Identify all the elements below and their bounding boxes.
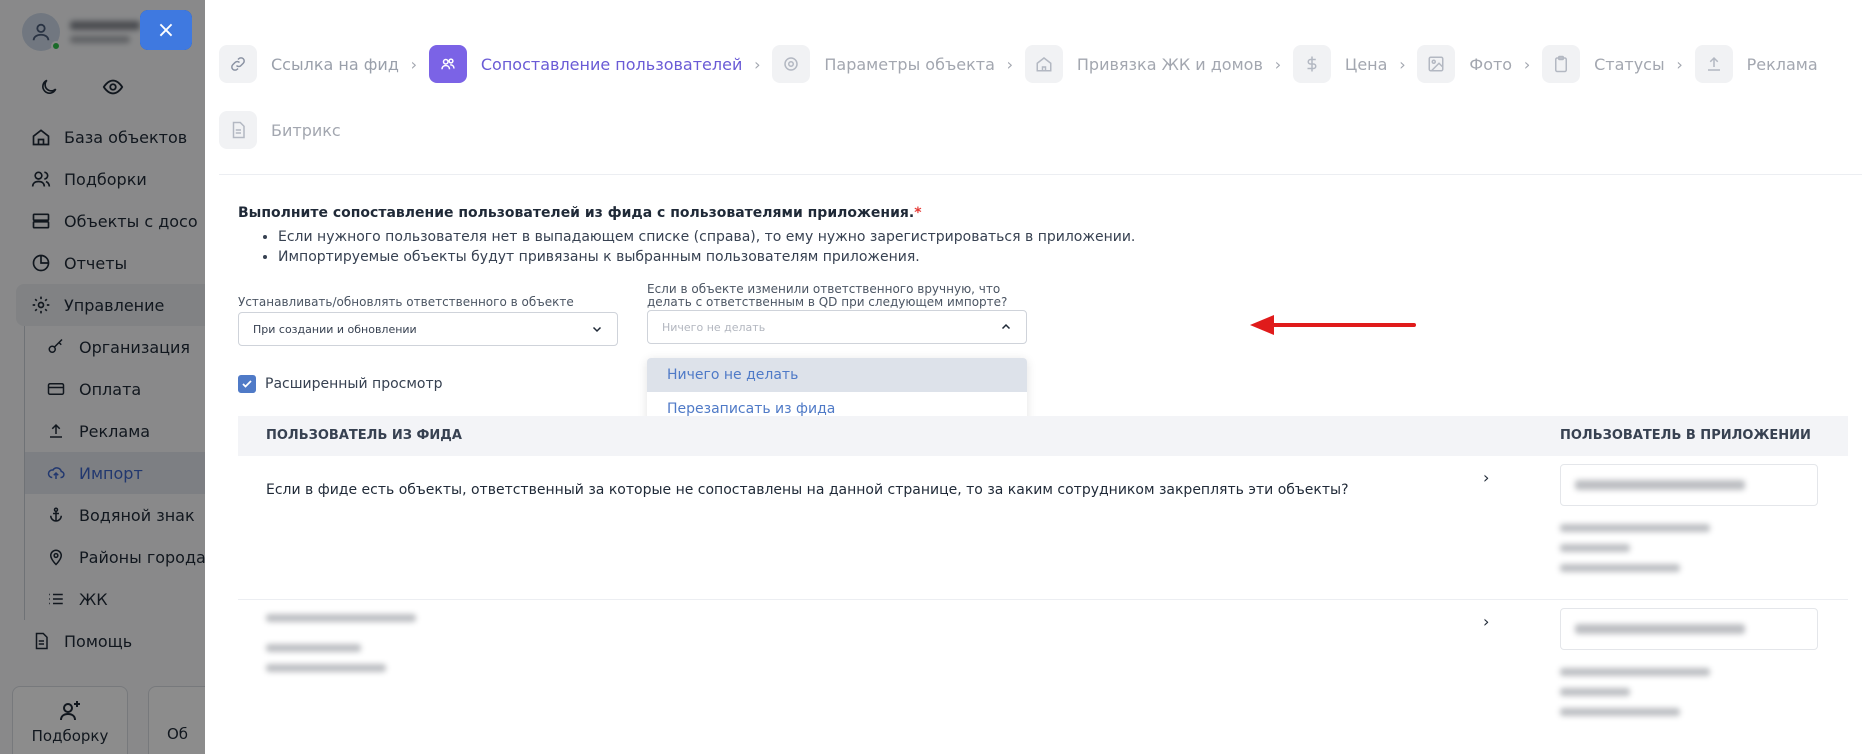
close-button-front[interactable]: × bbox=[140, 10, 192, 50]
app-user-select[interactable] bbox=[1560, 608, 1818, 650]
step-ads[interactable]: Реклама bbox=[1694, 45, 1818, 83]
app-user-details-blurred bbox=[1560, 668, 1710, 716]
mapping-table-header: ПОЛЬЗОВАТЕЛЬ ИЗ ФИДА ПОЛЬЗОВАТЕЛЬ В ПРИЛ… bbox=[238, 416, 1848, 456]
step-user-mapping[interactable]: Сопоставление пользователей bbox=[428, 45, 742, 83]
chevron-right-icon: › bbox=[1274, 54, 1282, 74]
default-responsible-question: Если в фиде есть объекты, ответственный … bbox=[266, 482, 1349, 498]
option-do-nothing[interactable]: Ничего не делать bbox=[647, 358, 1027, 392]
dollar-icon bbox=[1292, 45, 1331, 83]
chevron-right-icon: › bbox=[1483, 612, 1490, 631]
chevron-right-icon: › bbox=[754, 54, 761, 74]
table-row: › bbox=[238, 600, 1848, 754]
clipboard-icon bbox=[1542, 45, 1581, 83]
step-price[interactable]: Цена bbox=[1292, 45, 1387, 83]
link-icon bbox=[219, 45, 257, 83]
steps-divider bbox=[219, 174, 1862, 175]
step-bitrix[interactable]: Битрикс bbox=[219, 111, 341, 149]
image-icon bbox=[1417, 45, 1456, 83]
app-user-select[interactable] bbox=[1560, 464, 1818, 506]
gear-icon bbox=[772, 45, 811, 83]
mapping-content: Выполните сопоставление пользователей из… bbox=[238, 205, 1848, 267]
list-item: Импортируемые объекты будут привязаны к … bbox=[278, 247, 1848, 267]
chevron-right-icon: › bbox=[1523, 54, 1531, 74]
upload-icon bbox=[1694, 45, 1733, 83]
overlay[interactable] bbox=[0, 0, 205, 754]
chevron-right-icon: › bbox=[410, 54, 418, 74]
list-item: Если нужного пользователя нет в выпадающ… bbox=[278, 227, 1848, 247]
column-header-feed-user: ПОЛЬЗОВАТЕЛЬ ИЗ ФИДА bbox=[266, 428, 462, 443]
chevron-right-icon: › bbox=[1483, 468, 1490, 487]
step-complex-binding[interactable]: Привязка ЖК и домов bbox=[1024, 45, 1263, 83]
chevron-down-icon bbox=[592, 326, 602, 333]
step-object-params[interactable]: Параметры объекта bbox=[772, 45, 995, 83]
app-user-details-blurred bbox=[1560, 524, 1710, 572]
chevron-right-icon: › bbox=[1399, 54, 1406, 74]
annotation-arrow bbox=[1250, 315, 1416, 335]
feed-user-blurred bbox=[266, 614, 416, 672]
step-photo[interactable]: Фото bbox=[1417, 45, 1512, 83]
instructions-list: Если нужного пользователя нет в выпадающ… bbox=[238, 227, 1848, 267]
manual-change-select[interactable]: Ничего не делать bbox=[647, 310, 1027, 344]
table-row: Если в фиде есть объекты, ответственный … bbox=[238, 456, 1848, 600]
extended-view-toggle[interactable]: Расширенный просмотр bbox=[238, 375, 443, 393]
step-feed-link[interactable]: Ссылка на фид bbox=[219, 45, 399, 83]
chevron-right-icon: › bbox=[1676, 54, 1683, 74]
responsible-mode-select[interactable]: При создании и обновлении bbox=[238, 312, 618, 346]
document-icon bbox=[219, 111, 257, 149]
step-statuses[interactable]: Статусы bbox=[1542, 45, 1665, 83]
chevron-up-icon bbox=[1001, 323, 1011, 330]
checkbox-checked[interactable] bbox=[238, 375, 256, 393]
chevron-right-icon: › bbox=[1006, 54, 1014, 74]
section-heading: Выполните сопоставление пользователей из… bbox=[238, 205, 922, 221]
manual-change-label: Если в объекте изменили ответственного в… bbox=[647, 282, 1008, 309]
check-icon bbox=[242, 380, 252, 388]
column-header-app-user: ПОЛЬЗОВАТЕЛЬ В ПРИЛОЖЕНИИ bbox=[1560, 428, 1811, 443]
required-mark: * bbox=[914, 205, 922, 221]
users-icon bbox=[428, 45, 467, 83]
responsible-mode-label: Устанавливать/обновлять ответственного в… bbox=[238, 295, 574, 309]
import-modal: Ссылка на фид › Сопоставление пользовате… bbox=[205, 0, 1862, 754]
close-icon: × bbox=[156, 17, 176, 43]
wizard-steps: Ссылка на фид › Сопоставление пользовате… bbox=[219, 44, 1859, 176]
home-icon bbox=[1024, 45, 1063, 83]
